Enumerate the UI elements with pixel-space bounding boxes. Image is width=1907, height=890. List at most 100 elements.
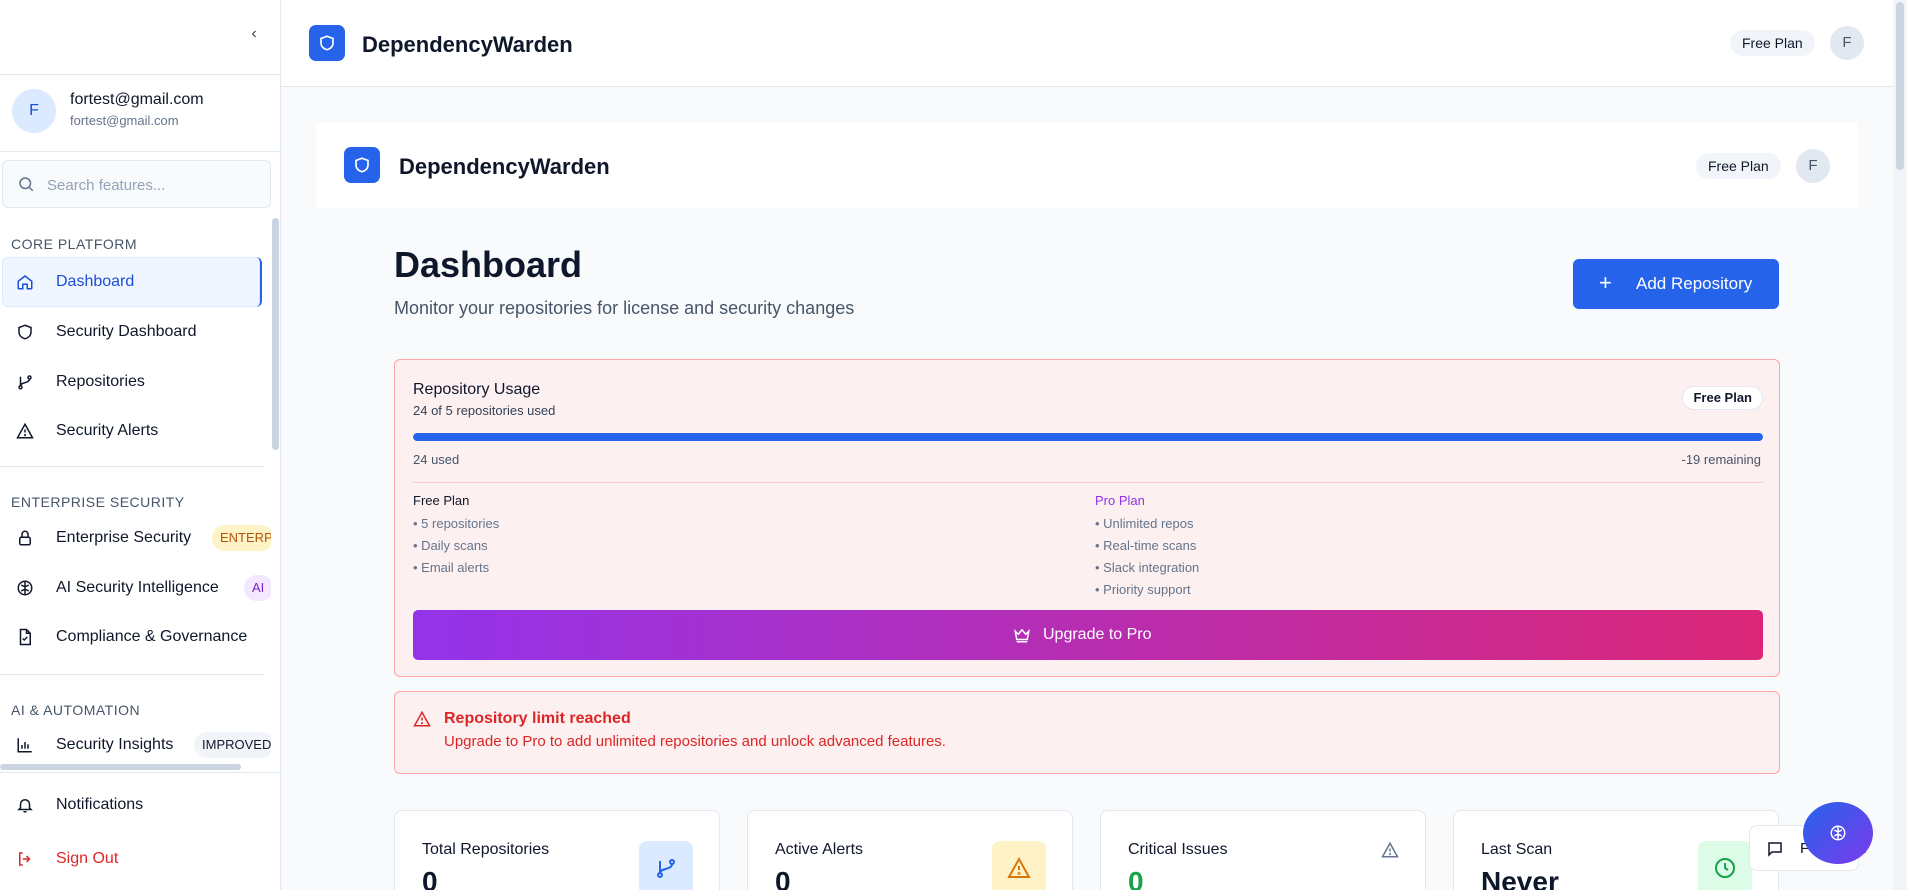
sidebar-item-label: Sign Out bbox=[56, 850, 119, 867]
user-name: fortest@gmail.com bbox=[70, 91, 204, 108]
sidebar-item-enterprise-security[interactable]: Enterprise Security ENTERPRISE bbox=[2, 513, 271, 563]
shield-icon bbox=[355, 157, 369, 173]
stat-card-active-alerts[interactable]: Active Alerts 0 bbox=[747, 810, 1073, 890]
feature-item: • Daily scans bbox=[413, 538, 488, 553]
usage-title: Repository Usage bbox=[413, 381, 541, 398]
used-count: 24 used bbox=[413, 452, 460, 467]
logo[interactable] bbox=[344, 147, 380, 183]
feature-item: • Email alerts bbox=[413, 560, 490, 575]
sidebar-item-compliance[interactable]: Compliance & Governance bbox=[2, 612, 262, 662]
stat-card-critical-issues[interactable]: Critical Issues 0 bbox=[1100, 810, 1426, 890]
warning-icon bbox=[413, 710, 431, 727]
feature-item: • Priority support bbox=[1095, 582, 1191, 597]
sidebar-item-security-alerts[interactable]: Security Alerts bbox=[2, 406, 262, 456]
inner-header: DependencyWarden Free Plan F bbox=[316, 123, 1858, 208]
stat-icon-container bbox=[992, 841, 1046, 890]
page-title: Dashboard bbox=[394, 244, 583, 285]
feature-item: • 5 repositories bbox=[413, 516, 500, 531]
message-icon bbox=[1768, 842, 1782, 857]
stat-label: Total Repositories bbox=[422, 841, 550, 858]
button-label: Add Repository bbox=[1636, 274, 1753, 293]
chevron-left-icon: ‹ bbox=[251, 25, 257, 42]
sidebar-item-ai-intelligence[interactable]: AI Security Intelligence AI bbox=[2, 563, 271, 613]
ai-badge: AI bbox=[244, 575, 271, 601]
section-label-core: CORE PLATFORM bbox=[11, 236, 138, 252]
stat-value: 0 bbox=[1128, 866, 1144, 890]
sidebar-vertical-scrollbar[interactable] bbox=[272, 218, 279, 450]
repository-limit-alert: Repository limit reached Upgrade to Pro … bbox=[394, 691, 1780, 774]
stat-card-last-scan[interactable]: Last Scan Never bbox=[1453, 810, 1779, 890]
stat-card-total-repositories[interactable]: Total Repositories 0 bbox=[394, 810, 720, 890]
stat-value: Never bbox=[1481, 866, 1559, 890]
stat-label: Active Alerts bbox=[775, 841, 864, 858]
section-divider bbox=[0, 674, 265, 675]
app-name: DependencyWarden bbox=[399, 154, 610, 179]
shield-icon bbox=[18, 324, 32, 340]
sidebar-item-dashboard[interactable]: Dashboard bbox=[2, 257, 262, 307]
search-input[interactable] bbox=[47, 173, 257, 197]
app-name: DependencyWarden bbox=[362, 32, 573, 57]
section-divider bbox=[0, 466, 265, 467]
avatar[interactable]: F bbox=[1830, 26, 1864, 60]
sidebar-item-label: Security Insights bbox=[56, 736, 174, 753]
logout-icon bbox=[19, 852, 31, 866]
brain-icon bbox=[1830, 825, 1846, 841]
lock-icon bbox=[19, 530, 31, 546]
assistant-fab-button[interactable] bbox=[1803, 802, 1873, 864]
sidebar-item-label: Repositories bbox=[56, 373, 145, 390]
sidebar: ‹ F fortest@gmail.com fortest@gmail.com … bbox=[0, 0, 281, 890]
usage-summary: 24 of 5 repositories used bbox=[413, 403, 556, 418]
sidebar-item-security-dashboard[interactable]: Security Dashboard bbox=[2, 307, 262, 357]
remaining-count: -19 remaining bbox=[1681, 452, 1762, 467]
bell-icon bbox=[17, 799, 33, 813]
pro-plan-title: Pro Plan bbox=[1095, 493, 1145, 508]
clock-icon bbox=[1715, 858, 1735, 878]
user-email: fortest@gmail.com bbox=[70, 113, 179, 128]
sign-out-button[interactable]: Sign Out bbox=[2, 837, 262, 881]
shield-icon bbox=[320, 35, 334, 51]
sidebar-item-repositories[interactable]: Repositories bbox=[2, 357, 262, 407]
brain-icon bbox=[17, 580, 33, 596]
logo[interactable] bbox=[309, 25, 345, 61]
free-plan-features: Free Plan • 5 repositories • Daily scans… bbox=[413, 493, 499, 579]
sidebar-item-label: Compliance & Governance bbox=[56, 628, 248, 645]
collapse-sidebar-button[interactable]: ‹ bbox=[244, 22, 264, 46]
plus-icon: + bbox=[1599, 270, 1612, 295]
warning-outline-icon bbox=[1381, 841, 1399, 858]
sidebar-item-label: Dashboard bbox=[56, 273, 135, 290]
sidebar-horizontal-scrollbar[interactable] bbox=[0, 764, 241, 770]
sidebar-item-label: Notifications bbox=[56, 796, 144, 813]
top-header: DependencyWarden Free Plan F bbox=[281, 0, 1893, 87]
crown-icon bbox=[1014, 628, 1030, 643]
avatar[interactable]: F bbox=[1796, 149, 1830, 183]
feature-item: • Real-time scans bbox=[1095, 538, 1197, 553]
search-icon bbox=[19, 177, 34, 192]
sidebar-footer: Notifications Sign Out bbox=[0, 772, 280, 890]
page-scrollbar[interactable] bbox=[1893, 0, 1907, 890]
sidebar-item-security-insights[interactable]: Security Insights IMPROVED bbox=[2, 720, 271, 764]
feature-item: • Unlimited repos bbox=[1095, 516, 1194, 531]
warning-icon bbox=[16, 422, 34, 439]
sidebar-item-notifications[interactable]: Notifications bbox=[2, 783, 262, 827]
pro-plan-features: Pro Plan • Unlimited repos • Real-time s… bbox=[1095, 493, 1199, 601]
sidebar-nav: CORE PLATFORM Dashboard Security Dashboa… bbox=[0, 218, 271, 764]
scrollbar-thumb[interactable] bbox=[1896, 2, 1904, 170]
upgrade-to-pro-button[interactable]: Upgrade to Pro bbox=[413, 610, 1763, 660]
file-check-icon bbox=[19, 628, 31, 646]
improved-badge: IMPROVED bbox=[194, 732, 271, 758]
stat-value: 0 bbox=[422, 866, 438, 890]
add-repository-button[interactable]: + Add Repository bbox=[1573, 259, 1779, 309]
free-plan-title: Free Plan bbox=[413, 493, 470, 508]
stat-label: Last Scan bbox=[1481, 841, 1553, 858]
feature-item: • Slack integration bbox=[1095, 560, 1200, 575]
section-label-ai: AI & AUTOMATION bbox=[11, 702, 141, 718]
avatar: F bbox=[12, 89, 56, 133]
home-icon bbox=[17, 275, 33, 290]
enterprise-badge: ENTERPRISE bbox=[212, 525, 271, 551]
stat-label: Critical Issues bbox=[1128, 841, 1228, 858]
sidebar-item-label: Security Alerts bbox=[56, 422, 159, 439]
usage-progress-bar bbox=[413, 433, 1763, 441]
user-profile[interactable]: F fortest@gmail.com fortest@gmail.com bbox=[0, 74, 280, 152]
alert-title: Repository limit reached bbox=[444, 710, 631, 727]
stat-value: 0 bbox=[775, 866, 791, 890]
